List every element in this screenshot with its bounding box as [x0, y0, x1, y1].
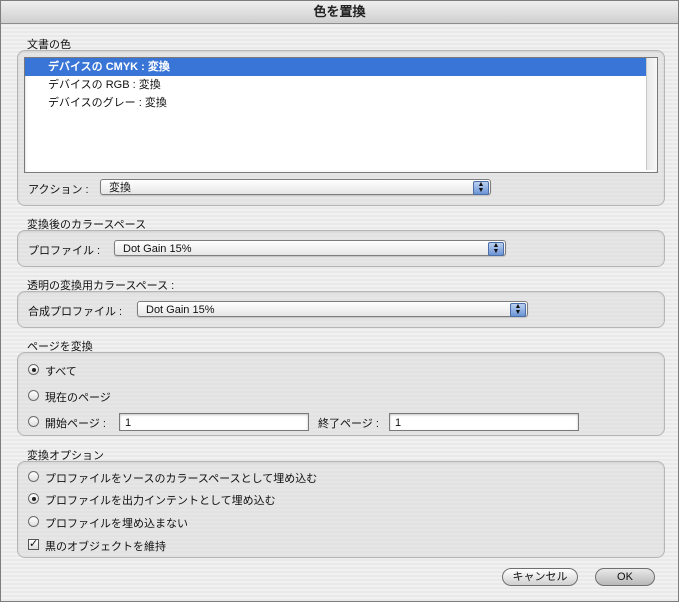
cancel-button[interactable]: キャンセル — [502, 568, 578, 586]
action-popup[interactable]: 変換 ▲ ▼ — [100, 179, 491, 195]
list-item-cmyk[interactable]: デバイスの CMYK : 変換 — [25, 58, 657, 76]
embed-output-label: プロファイルを出力インテントとして埋め込む — [45, 495, 276, 507]
pages-current-label: 現在のページ — [45, 392, 111, 404]
no-embed-label: プロファイルを埋め込まない — [45, 518, 188, 530]
blend-profile-value: Dot Gain 15% — [146, 304, 215, 316]
list-item-gray[interactable]: デバイスのグレー : 変換 — [25, 94, 657, 112]
preserve-black-checkbox[interactable]: ✓ — [28, 539, 39, 550]
dest-profile-value: Dot Gain 15% — [123, 243, 192, 255]
action-value: 変換 — [109, 182, 131, 194]
doc-colors-list[interactable]: デバイスの CMYK : 変換 デバイスの RGB : 変換 デバイスのグレー … — [24, 57, 658, 173]
up-down-arrows-icon: ▲ ▼ — [488, 242, 504, 256]
blend-profile-label: 合成プロファイル : — [28, 306, 123, 318]
from-page-label: 開始ページ : — [45, 418, 106, 430]
blend-profile-popup[interactable]: Dot Gain 15% ▲ ▼ — [137, 301, 528, 317]
preserve-black-label: 黒のオブジェクトを維持 — [45, 541, 166, 553]
pages-all-label: すべて — [45, 366, 77, 378]
pages-range-radio[interactable] — [28, 416, 39, 427]
from-page-field[interactable]: 1 — [119, 413, 309, 431]
pages-current-radio[interactable] — [28, 390, 39, 401]
up-down-arrows-icon: ▲ ▼ — [510, 303, 526, 317]
pages-all-radio[interactable] — [28, 364, 39, 375]
embed-source-label: プロファイルをソースのカラースペースとして埋め込む — [45, 473, 318, 485]
up-down-arrows-icon: ▲ ▼ — [473, 181, 489, 195]
list-item-rgb[interactable]: デバイスの RGB : 変換 — [25, 76, 657, 94]
checkmark-icon: ✓ — [29, 538, 39, 550]
ok-button[interactable]: OK — [595, 568, 655, 586]
list-scrollbar[interactable] — [646, 58, 657, 170]
action-label: アクション : — [28, 184, 89, 196]
dest-profile-popup[interactable]: Dot Gain 15% ▲ ▼ — [114, 240, 506, 256]
dest-profile-label: プロファイル : — [28, 245, 101, 257]
dialog-title: 色を置換 — [1, 1, 678, 24]
replace-color-dialog: 色を置換 文書の色 デバイスの CMYK : 変換 デバイスの RGB : 変換… — [0, 0, 679, 602]
to-page-label: 終了ページ : — [318, 418, 379, 430]
embed-source-radio[interactable] — [28, 471, 39, 482]
no-embed-radio[interactable] — [28, 516, 39, 527]
embed-output-radio[interactable] — [28, 493, 39, 504]
to-page-field[interactable]: 1 — [389, 413, 579, 431]
